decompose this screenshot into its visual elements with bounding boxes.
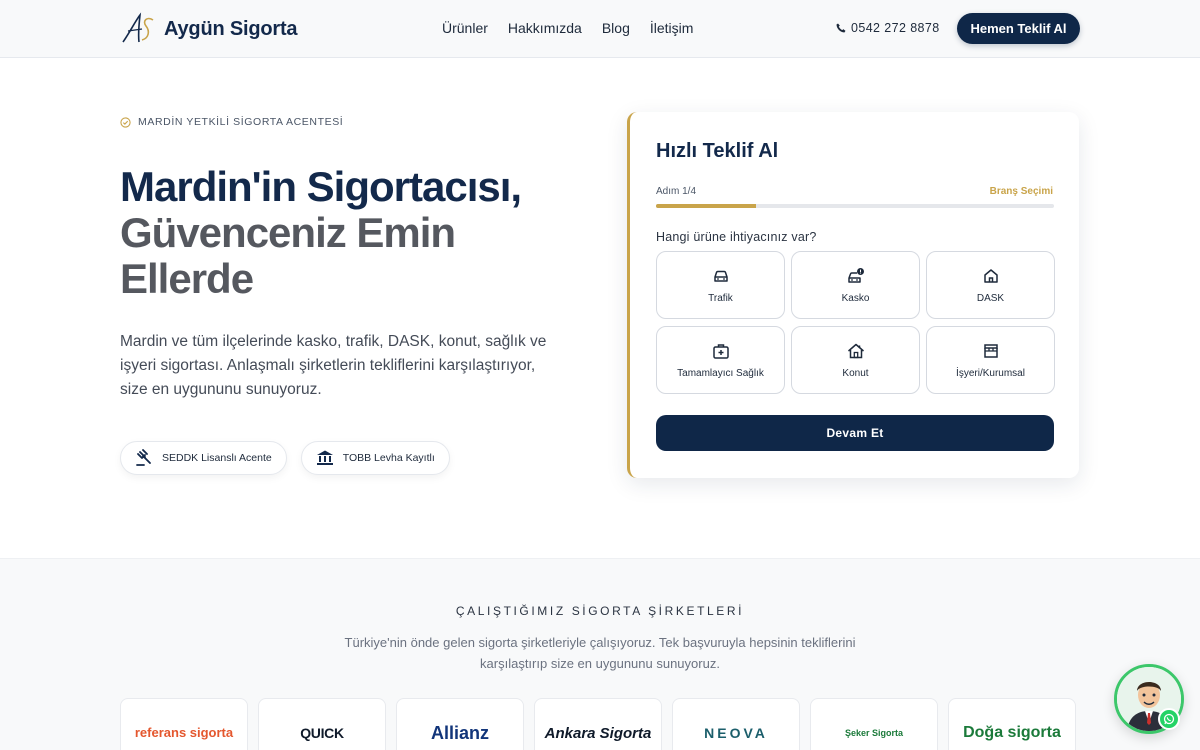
option-home-label: Konut [842, 367, 869, 379]
partner-logo-neova: NEOVA [672, 698, 800, 750]
quote-progress-bar [656, 204, 1054, 208]
car-icon [713, 270, 728, 282]
partners-section: ÇALIŞTIĞIMIZ SİGORTA ŞİRKETLERİ Türkiye'… [0, 558, 1200, 750]
site-header: Aygün Sigorta Ürünler Hakkımızda Blog İl… [0, 0, 1200, 58]
partners-title: ÇALIŞTIĞIMIZ SİGORTA ŞİRKETLERİ [455, 604, 745, 618]
neova-logo-text: NEOVA [704, 725, 768, 741]
seker-logo-text: Şeker Sigorta [844, 728, 904, 738]
whatsapp-glyph-icon [1163, 713, 1175, 725]
brand-monogram-icon [122, 12, 154, 43]
badge-tobb-label: TOBB Levha Kayıtlı [342, 452, 435, 464]
brand-name: Aygün Sigorta [164, 17, 298, 40]
partner-logo-quick: QUICK [258, 698, 386, 750]
doga-logo-text: Doğa sigorta [963, 724, 1061, 741]
partner-logo-doga: Doğa sigorta [948, 698, 1076, 750]
gavel-icon [136, 449, 151, 466]
badge-seddk: SEDDK Lisanslı Acente [120, 441, 287, 475]
option-traffic-label: Trafik [708, 292, 733, 304]
phone-icon [836, 23, 846, 33]
whatsapp-icon[interactable] [1158, 708, 1180, 730]
partner-logo-ankara: Ankara Sigorta [534, 698, 662, 750]
eyebrow-text: MARDİN YETKİLİ SİGORTA ACENTESİ [138, 116, 344, 128]
option-business-label: İşyeri/Kurumsal [956, 367, 1025, 379]
option-health[interactable]: Tamamlayıcı Sağlık [656, 326, 785, 394]
option-home[interactable]: Konut [791, 326, 920, 394]
header-quote-button[interactable]: Hemen Teklif Al [957, 13, 1080, 44]
partner-logo-seker: Şeker Sigorta [810, 698, 938, 750]
hero-description: Mardin ve tüm ilçelerinde kasko, trafik,… [120, 333, 547, 398]
store-icon [983, 343, 998, 358]
nav-link-contact[interactable]: İletişim [650, 20, 694, 36]
badge-seddk-label: SEDDK Lisanslı Acente [162, 452, 272, 464]
nav-link-about[interactable]: Hakkımızda [508, 20, 582, 36]
hero-eyebrow: MARDİN YETKİLİ SİGORTA ACENTESİ [120, 116, 343, 128]
option-business[interactable]: İşyeri/Kurumsal [926, 326, 1055, 394]
ankara-logo-text: Ankara Sigorta [544, 724, 652, 742]
hero-title-line1: Mardin'in Sigortacısı, [120, 163, 522, 210]
home-icon [983, 268, 998, 283]
option-traffic[interactable]: Trafik [656, 251, 785, 319]
partners-description: Türkiye'nin önde gelen sigorta şirketler… [344, 635, 856, 671]
option-health-label: Tamamlayıcı Sağlık [677, 367, 764, 379]
car-alert-icon [847, 267, 864, 283]
phone-link[interactable]: 0542 272 8878 [836, 21, 940, 35]
partner-logo-allianz: Allianz [396, 698, 524, 750]
hero-title: Mardin'in Sigortacısı, Güvenceniz Emin E… [120, 164, 580, 302]
hero-title-line2: Güvenceniz Emin Ellerde [120, 209, 456, 302]
trust-badges: SEDDK Lisanslı Acente TOBB Levha Kayıtlı [120, 441, 450, 475]
referans-logo-text: referans sigorta [134, 725, 234, 740]
house-icon [847, 343, 864, 358]
quick-quote-card: Hızlı Teklif Al Adım 1/4 Branş Seçimi Ha… [627, 112, 1079, 478]
phone-number: 0542 272 8878 [851, 21, 940, 35]
allianz-logo-text: Allianz [430, 722, 489, 743]
nav-link-products[interactable]: Ürünler [442, 20, 488, 36]
continue-button[interactable]: Devam Et [656, 415, 1054, 451]
brand-logo[interactable]: Aygün Sigorta [120, 12, 298, 46]
partner-logos: referans sigorta QUICK Allianz Ankara Si… [120, 698, 1076, 750]
option-kasko[interactable]: Kasko [791, 251, 920, 319]
quote-question: Hangi ürüne ihtiyacınız var? [656, 230, 817, 244]
option-dask[interactable]: DASK [926, 251, 1055, 319]
nav-link-blog[interactable]: Blog [602, 20, 630, 36]
main-nav: Ürünler Hakkımızda Blog İletişim [442, 20, 693, 36]
quote-step-name: Branş Seçimi [989, 186, 1053, 197]
badge-tobb: TOBB Levha Kayıtlı [300, 441, 450, 475]
quote-progress-fill [656, 204, 756, 208]
product-options: Trafik Kasko DASK Tamamlayıcı Sağlık Kon… [656, 251, 1055, 394]
quote-step: Adım 1/4 [656, 186, 697, 197]
quick-logo-text: QUICK [300, 725, 344, 741]
quote-title: Hızlı Teklif Al [656, 140, 779, 162]
check-circle-icon [120, 116, 131, 128]
option-dask-label: DASK [976, 292, 1005, 304]
institution-icon [316, 450, 333, 465]
option-kasko-label: Kasko [841, 292, 870, 304]
partner-logo-referans: referans sigorta [120, 698, 248, 750]
medical-kit-icon [712, 343, 729, 359]
